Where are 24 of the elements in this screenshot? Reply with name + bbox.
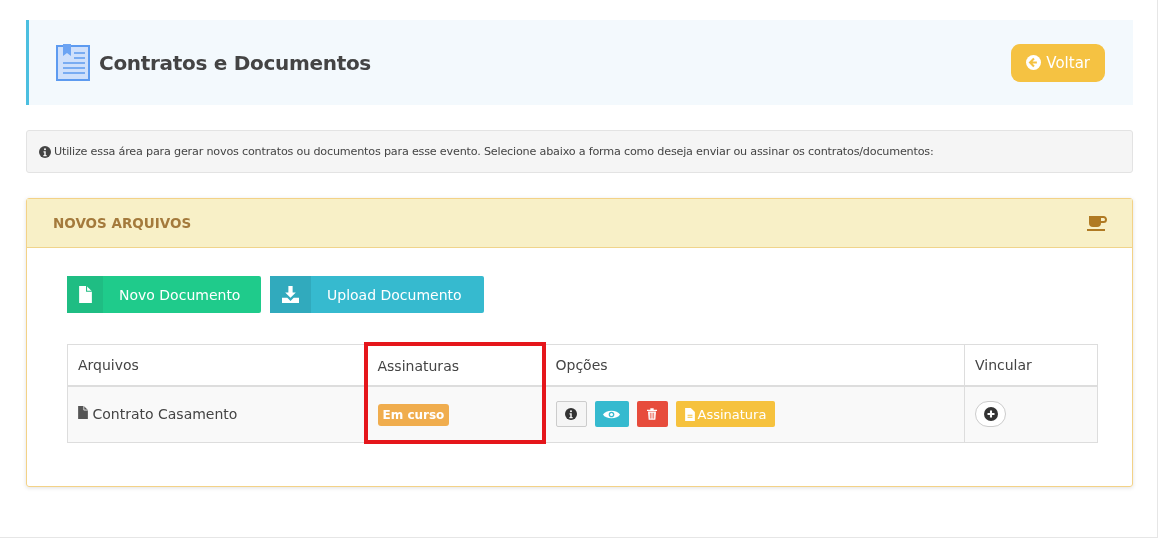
info-icon [565, 408, 577, 421]
table-cell: Contrato Casamento [67, 386, 366, 442]
download-icon [282, 286, 299, 303]
info-text: Utilize essa área para gerar novos contratos ou documentos para esse evento. Selecione abaixo a forma como deseja enviar ou assinar os contratos/documentos: [54, 145, 934, 158]
page-title: Contratos e Documentos [99, 50, 371, 75]
status-badge: Em curso [377, 403, 450, 426]
upload-document-button[interactable]: Upload Documento [270, 276, 484, 313]
back-button[interactable]: Voltar [1011, 43, 1105, 82]
new-document-button[interactable]: Novo Documento [67, 276, 261, 313]
link-button[interactable] [975, 401, 1006, 428]
info-icon [39, 145, 51, 158]
eye-icon [603, 408, 620, 420]
coffee-cup-icon [1087, 215, 1107, 231]
trash-icon [647, 408, 657, 421]
file-icon [78, 406, 88, 420]
delete-button[interactable] [636, 401, 668, 428]
info-button[interactable] [555, 401, 587, 428]
document-icon [684, 407, 695, 421]
panel-title: NOVOS ARQUIVOS [53, 215, 192, 231]
document-icon [56, 43, 90, 82]
back-arrow-icon [1026, 55, 1042, 70]
signature-button[interactable]: Assinatura [675, 401, 776, 428]
plus-icon [983, 407, 998, 422]
document-icon [78, 286, 92, 303]
